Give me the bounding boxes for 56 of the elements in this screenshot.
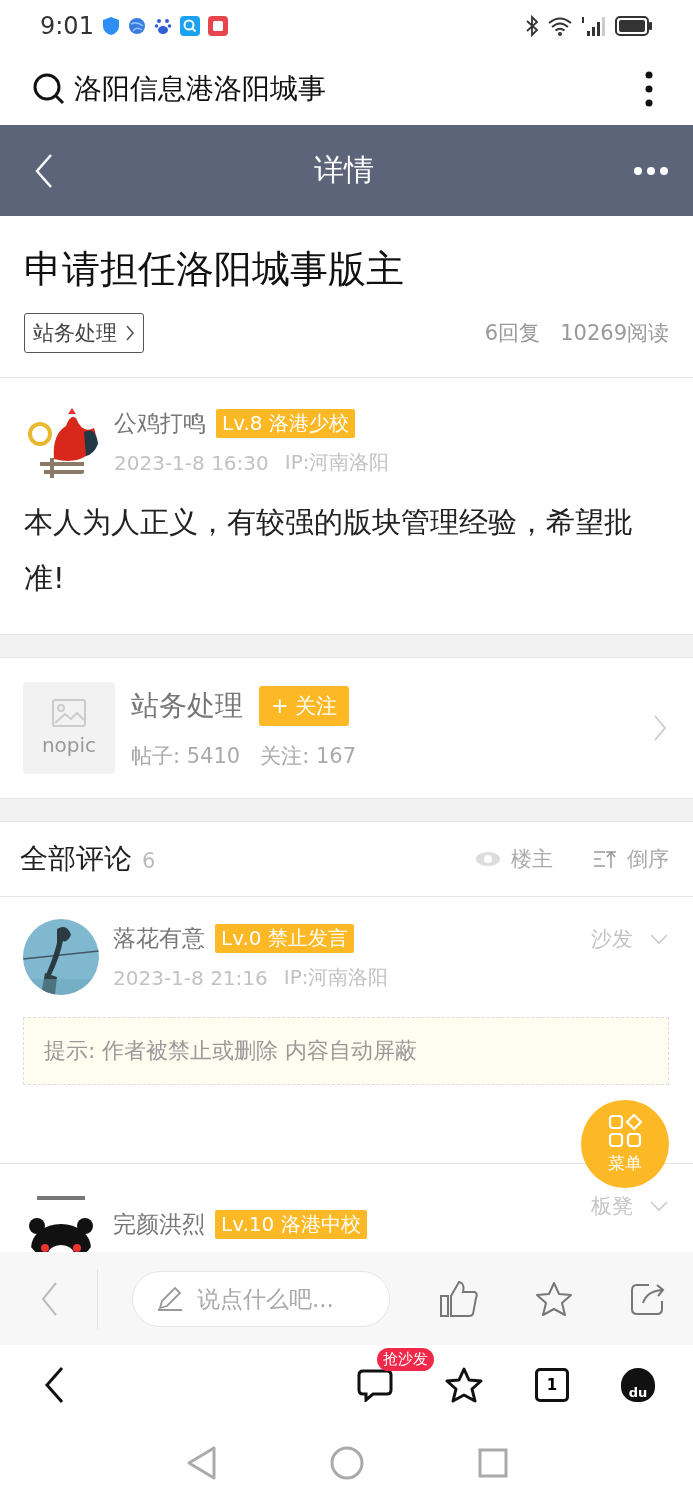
recents-icon[interactable] — [477, 1447, 508, 1478]
post-body: 本人为人正义，有较强的版块管理经验，希望批准! — [24, 504, 634, 597]
search-query[interactable]: 洛阳信息港洛阳城事 — [74, 69, 326, 108]
wifi-icon — [547, 16, 573, 36]
user-name[interactable]: 公鸡打鸣 — [114, 408, 206, 439]
post-time: 2023-1-8 21:16 — [113, 965, 268, 990]
view-count: 10269阅读 — [560, 320, 669, 347]
eye-icon — [475, 851, 501, 867]
star-icon[interactable] — [535, 1280, 573, 1317]
ip-location: IP:河南洛阳 — [284, 449, 390, 476]
user-name[interactable]: 完颜洪烈 — [113, 1208, 205, 1240]
forum-tag[interactable]: 站务处理 — [24, 313, 144, 353]
sort-icon — [593, 849, 617, 869]
reply-count: 6回复 — [484, 320, 541, 347]
search-icon[interactable] — [32, 71, 66, 106]
forum-name[interactable]: 站务处理 — [131, 687, 243, 725]
signal-icon — [581, 15, 607, 37]
filter-author-button[interactable]: 楼主 — [475, 845, 553, 873]
back-icon[interactable] — [44, 1366, 64, 1404]
floor-label: 沙发 — [591, 926, 633, 953]
level-badge: Lv.10 洛港中校 — [215, 1209, 367, 1239]
chevron-right-icon — [125, 324, 135, 342]
ip-location: IP:河南洛阳 — [283, 964, 389, 991]
status-time: 9:01 — [40, 12, 94, 40]
paw-icon — [153, 17, 172, 35]
image-icon — [52, 699, 86, 727]
follower-count: 关注: 167 — [260, 743, 357, 770]
thread-title: 申请担任洛阳城事版主 — [24, 246, 405, 293]
page-title: 详情 — [313, 151, 374, 189]
star-icon[interactable] — [445, 1367, 483, 1403]
post-time: 2023-1-8 16:30 — [114, 450, 269, 475]
comments-title: 全部评论 — [20, 841, 132, 877]
blocked-notice: 提示: 作者被禁止或删除 内容自动屏蔽 — [23, 1017, 669, 1085]
battery-icon — [615, 16, 653, 36]
search-app-icon — [179, 16, 200, 36]
floor-label: 板凳 — [591, 1193, 633, 1220]
comment-field[interactable]: 说点什么吧... — [132, 1270, 390, 1327]
more-menu-icon[interactable] — [645, 70, 653, 107]
home-icon[interactable] — [329, 1445, 364, 1480]
comment-icon[interactable] — [357, 1368, 393, 1402]
comment-count: 6 — [142, 849, 156, 873]
sofa-badge: 抢沙发 — [377, 1348, 434, 1371]
thumbnail-text: nopic — [41, 733, 97, 757]
level-badge: Lv.0 禁止发言 — [215, 924, 354, 953]
thumbs-up-icon[interactable] — [439, 1279, 479, 1318]
paw-logo[interactable]: du — [621, 1368, 655, 1402]
shield-icon — [101, 16, 120, 36]
bluetooth-icon — [525, 15, 539, 37]
filter-order-button[interactable]: 倒序 — [593, 845, 669, 873]
more-icon[interactable] — [633, 165, 669, 176]
user-name[interactable]: 落花有意 — [113, 923, 205, 954]
tabs-button[interactable]: 1 — [535, 1368, 569, 1402]
grid-icon — [608, 1113, 642, 1148]
book-app-icon — [207, 16, 228, 36]
post-count: 帖子: 5410 — [131, 743, 241, 770]
level-badge: Lv.8 洛港少校 — [216, 409, 355, 438]
